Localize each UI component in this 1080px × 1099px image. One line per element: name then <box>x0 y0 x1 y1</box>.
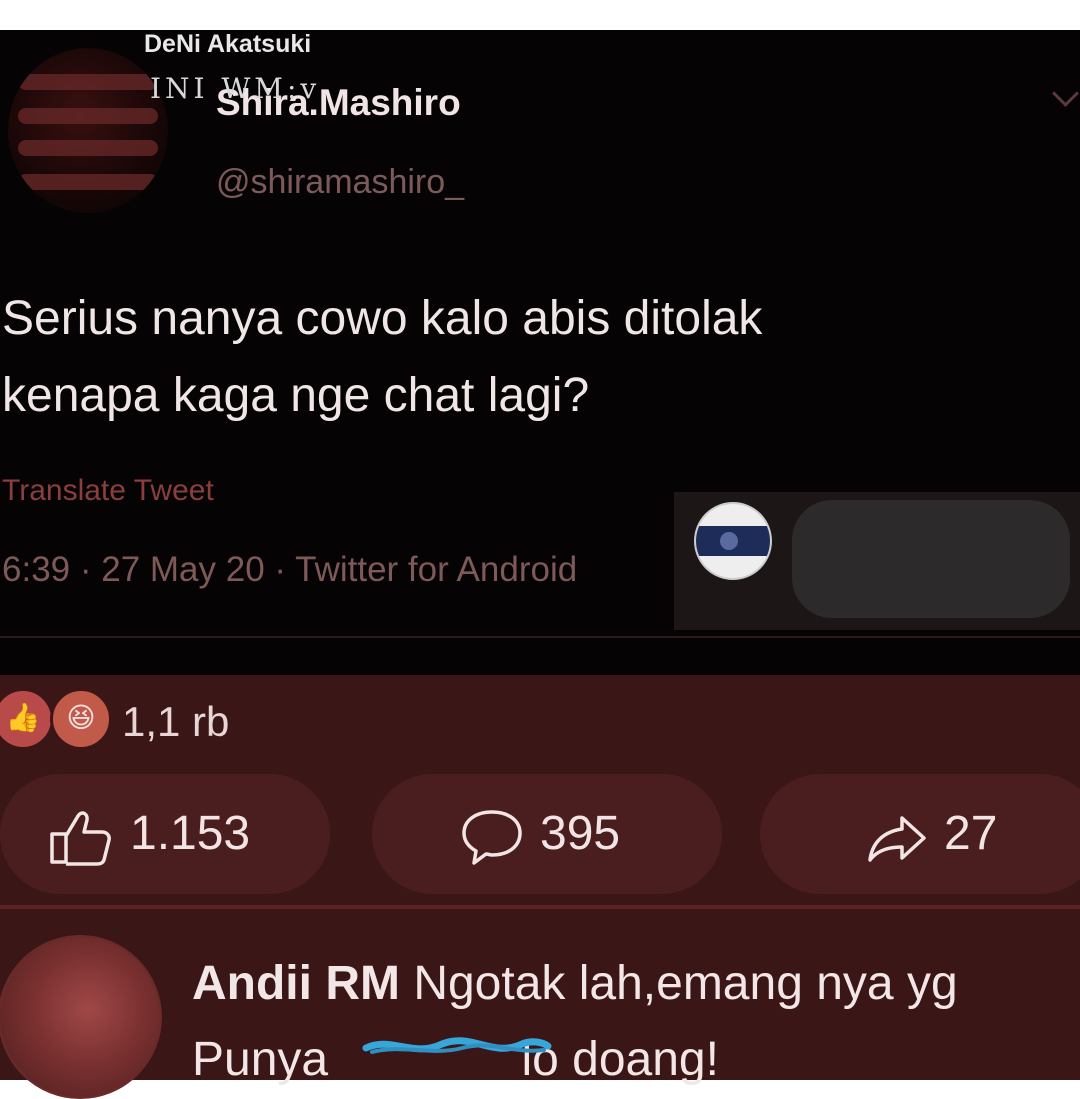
commenter-avatar[interactable] <box>0 935 162 1099</box>
like-count: 1.153 <box>130 807 251 860</box>
watermark-bubble <box>792 500 1070 618</box>
watermark-overlay <box>674 492 1080 630</box>
tweet-divider <box>0 636 1080 638</box>
translate-tweet-link[interactable]: Translate Tweet <box>2 474 214 508</box>
like-button[interactable]: 1.153 <box>0 774 330 894</box>
comment-count: 395 <box>540 807 621 860</box>
comment-text-pre: Punya <box>192 1033 342 1086</box>
censor-scribble <box>362 1037 552 1054</box>
tweet-avatar[interactable] <box>8 48 168 213</box>
comment-button[interactable]: 395 <box>372 774 722 894</box>
comment-divider <box>0 905 1080 909</box>
comment-body: Andii RM Ngotak lah,emang nya yg Punya l… <box>192 946 1072 1098</box>
commenter-name[interactable]: Andii RM <box>192 957 400 1010</box>
haha-reaction-icon: 😆 <box>50 688 112 750</box>
comment-icon <box>462 810 522 865</box>
reaction-count[interactable]: 1,1 rb <box>122 698 229 746</box>
comment-text-line1: Ngotak lah,emang nya yg <box>413 957 958 1010</box>
watermark-text: INI WM:v <box>150 72 321 105</box>
tweet-text: Serius nanya cowo kalo abis ditolak kena… <box>2 292 763 422</box>
tweet-author-handle[interactable]: @shiramashiro_ <box>216 163 464 202</box>
watermark-avatar <box>694 502 772 580</box>
share-arrow-icon <box>868 816 926 862</box>
tweet-meta: 6:39 · 27 May 20 · Twitter for Android <box>2 550 578 589</box>
share-button[interactable]: 27 <box>760 774 1080 894</box>
top-white-strip <box>0 0 1080 30</box>
thumbs-up-icon <box>50 811 111 866</box>
watermark-name: DeNi Akatsuki <box>144 30 312 58</box>
share-count: 27 <box>944 807 998 860</box>
